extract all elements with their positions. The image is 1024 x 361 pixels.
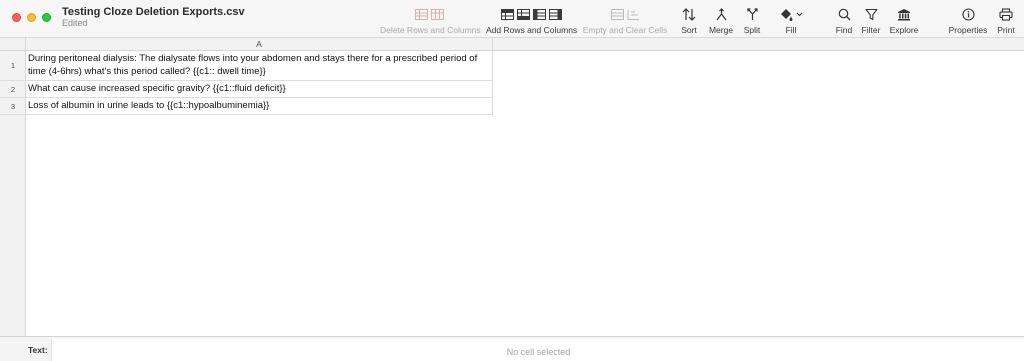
print-button[interactable]: Print	[994, 6, 1018, 35]
cell-text-bar: Text: No cell selected	[0, 336, 1024, 361]
text-bar-label: Text:	[28, 345, 48, 355]
merge-button[interactable]: Merge	[706, 6, 736, 35]
find-label: Find	[835, 25, 853, 35]
filter-label: Filter	[861, 25, 881, 35]
cell-a1[interactable]: During peritoneal dialysis: The dialysat…	[26, 51, 493, 81]
magnifier-icon	[838, 8, 850, 21]
split-label: Split	[743, 25, 761, 35]
delete-rows-columns-button[interactable]: Delete Rows and Columns	[380, 6, 481, 35]
delete-columns-icon	[430, 9, 444, 20]
split-button[interactable]: Split	[740, 6, 764, 35]
empty-clear-cells-label: Empty and Clear Cells	[582, 25, 668, 35]
add-rows-columns-label: Add Rows and Columns	[486, 25, 578, 35]
clear-cells-icon	[627, 10, 639, 20]
delete-rows-columns-label: Delete Rows and Columns	[380, 25, 481, 35]
delete-rows-icon	[414, 9, 428, 20]
add-rows-columns-button[interactable]: Add Rows and Columns	[486, 6, 578, 35]
zoom-window-button[interactable]	[42, 13, 51, 22]
filter-button[interactable]: Filter	[858, 6, 884, 35]
empty-cells-icon	[610, 9, 624, 20]
funnel-icon	[864, 8, 878, 21]
sort-icon	[682, 8, 696, 21]
spreadsheet-grid[interactable]: A 1 During peritoneal dialysis: The dial…	[0, 38, 1024, 336]
window-title: Testing Cloze Deletion Exports.csv	[62, 6, 245, 18]
cell-a2[interactable]: What can cause increased specific gravit…	[26, 81, 493, 98]
merge-icon	[716, 8, 726, 21]
fill-button[interactable]: Fill	[776, 6, 806, 35]
print-label: Print	[997, 25, 1015, 35]
document-status: Edited	[62, 18, 88, 28]
sort-label: Sort	[681, 25, 697, 35]
toolbar: Testing Cloze Deletion Exports.csv Edite…	[0, 0, 1024, 38]
bank-icon	[898, 9, 910, 21]
chevron-down-icon	[796, 12, 803, 17]
add-row-below-icon	[516, 9, 530, 20]
add-column-right-icon	[548, 9, 562, 20]
cell-a3[interactable]: Loss of albumin in urine leads to {{c1::…	[26, 98, 493, 115]
properties-button[interactable]: Properties	[946, 6, 990, 35]
paint-bucket-icon	[781, 9, 793, 21]
app-window: Testing Cloze Deletion Exports.csv Edite…	[0, 0, 1024, 361]
row-header-1[interactable]: 1	[0, 51, 26, 81]
add-row-above-icon	[500, 9, 514, 20]
explore-label: Explore	[889, 25, 919, 35]
split-icon	[746, 8, 758, 20]
find-button[interactable]: Find	[832, 6, 856, 35]
sort-button[interactable]: Sort	[676, 6, 702, 35]
minimize-window-button[interactable]	[27, 13, 36, 22]
column-header-filler	[493, 38, 1024, 51]
no-cell-selected-text: No cell selected	[506, 347, 571, 357]
close-window-button[interactable]	[12, 13, 21, 22]
column-header-a[interactable]: A	[26, 38, 493, 51]
row-header-2[interactable]: 2	[0, 81, 26, 98]
properties-label: Properties	[948, 25, 988, 35]
select-all-corner[interactable]	[0, 38, 26, 51]
add-column-left-icon	[532, 9, 546, 20]
info-icon	[961, 8, 975, 21]
fill-label: Fill	[785, 25, 797, 35]
printer-icon	[999, 8, 1013, 21]
explore-button[interactable]: Explore	[888, 6, 920, 35]
empty-clear-cells-button[interactable]: Empty and Clear Cells	[582, 6, 668, 35]
cell-text-field[interactable]: No cell selected	[51, 339, 1024, 361]
merge-label: Merge	[708, 25, 734, 35]
row-header-3[interactable]: 3	[0, 98, 26, 115]
